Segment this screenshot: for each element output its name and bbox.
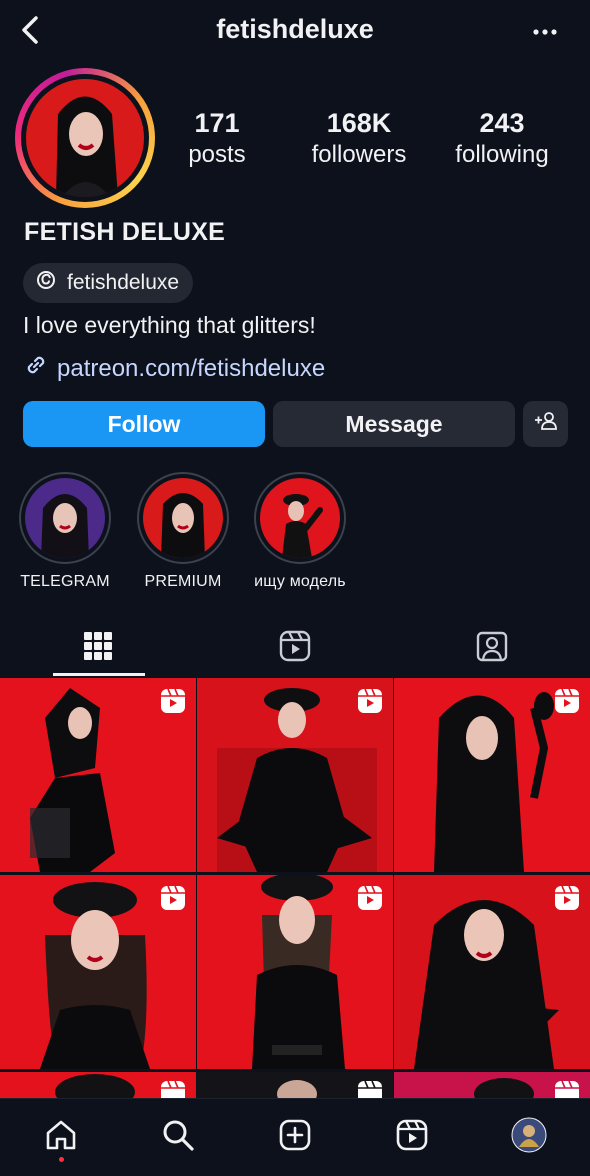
- profile-username: fetishdeluxe: [216, 14, 374, 44]
- nav-reels[interactable]: [392, 1117, 432, 1157]
- post-tile[interactable]: [197, 678, 393, 872]
- search-icon: [161, 1118, 195, 1157]
- post-tile[interactable]: [394, 875, 590, 1069]
- following-stat[interactable]: 243 following: [437, 108, 567, 172]
- notification-dot: [59, 1157, 64, 1162]
- nav-home[interactable]: [41, 1117, 81, 1157]
- tab-posts-grid[interactable]: [0, 620, 196, 676]
- following-label: following: [455, 141, 549, 168]
- posts-count: 171: [194, 108, 240, 138]
- profile-link-text: patreon.com/fetishdeluxe: [57, 354, 326, 382]
- home-icon: [44, 1118, 78, 1157]
- profile-tabs: [0, 620, 590, 676]
- post-tile[interactable]: [394, 678, 590, 872]
- nav-profile[interactable]: [509, 1117, 549, 1157]
- link-icon: [23, 352, 49, 385]
- reels-icon: [279, 630, 311, 667]
- nav-create[interactable]: [275, 1117, 315, 1157]
- reels-icon: [395, 1118, 429, 1157]
- more-options-icon[interactable]: [528, 18, 564, 46]
- create-icon: [278, 1118, 312, 1157]
- reel-badge-icon: [357, 1080, 383, 1098]
- suggested-accounts-button[interactable]: [523, 401, 568, 447]
- highlight-model-search[interactable]: ищу модель: [254, 472, 346, 591]
- active-tab-indicator: [53, 673, 145, 676]
- followers-count: 168K: [326, 108, 392, 138]
- reel-badge-icon: [554, 1080, 580, 1098]
- profile-avatar: [511, 1117, 547, 1158]
- post-tile[interactable]: [197, 875, 393, 1069]
- highlight-cover: [25, 478, 105, 558]
- grid-icon: [83, 631, 113, 666]
- add-person-icon: [533, 410, 559, 438]
- reel-badge-icon: [160, 688, 186, 714]
- post-tile[interactable]: [0, 875, 196, 1069]
- post-tile[interactable]: [394, 1072, 590, 1098]
- followers-stat[interactable]: 168K followers: [294, 108, 424, 172]
- highlight-cover: [260, 478, 340, 558]
- reel-badge-icon: [357, 688, 383, 714]
- bottom-nav-bar: [0, 1098, 590, 1176]
- highlight-telegram[interactable]: TELEGRAM: [19, 472, 111, 591]
- profile-bio: I love everything that glitters!: [23, 312, 316, 338]
- nav-search[interactable]: [158, 1117, 198, 1157]
- reel-badge-icon: [160, 885, 186, 911]
- highlight-label: TELEGRAM: [20, 573, 110, 590]
- tab-reels[interactable]: [197, 620, 393, 676]
- highlight-cover: [143, 478, 223, 558]
- highlight-premium[interactable]: PREMIUM: [137, 472, 229, 591]
- threads-handle: fetishdeluxe: [67, 271, 180, 294]
- posts-stat[interactable]: 171 posts: [152, 108, 282, 172]
- profile-link[interactable]: patreon.com/fetishdeluxe: [23, 352, 325, 385]
- profile-avatar[interactable]: [26, 79, 144, 197]
- following-count: 243: [479, 108, 525, 138]
- threads-badge[interactable]: fetishdeluxe: [23, 263, 194, 303]
- highlight-label: ищу модель: [254, 573, 346, 590]
- tab-tagged[interactable]: [394, 620, 590, 676]
- posts-label: posts: [188, 141, 246, 168]
- reel-badge-icon: [554, 885, 580, 911]
- post-tile[interactable]: [0, 678, 196, 872]
- profile-full-name: FETISH DELUXE: [24, 218, 226, 246]
- post-tile[interactable]: [0, 1072, 196, 1098]
- top-bar: fetishdeluxe: [0, 0, 590, 64]
- post-tile[interactable]: [197, 1072, 393, 1098]
- threads-icon: [35, 269, 57, 297]
- reel-badge-icon: [160, 1080, 186, 1098]
- reel-badge-icon: [357, 885, 383, 911]
- tagged-icon: [476, 630, 508, 667]
- followers-label: followers: [311, 141, 407, 168]
- follow-button[interactable]: Follow: [23, 401, 265, 447]
- highlight-label: PREMIUM: [144, 573, 222, 590]
- message-button[interactable]: Message: [273, 401, 515, 447]
- reel-badge-icon: [554, 688, 580, 714]
